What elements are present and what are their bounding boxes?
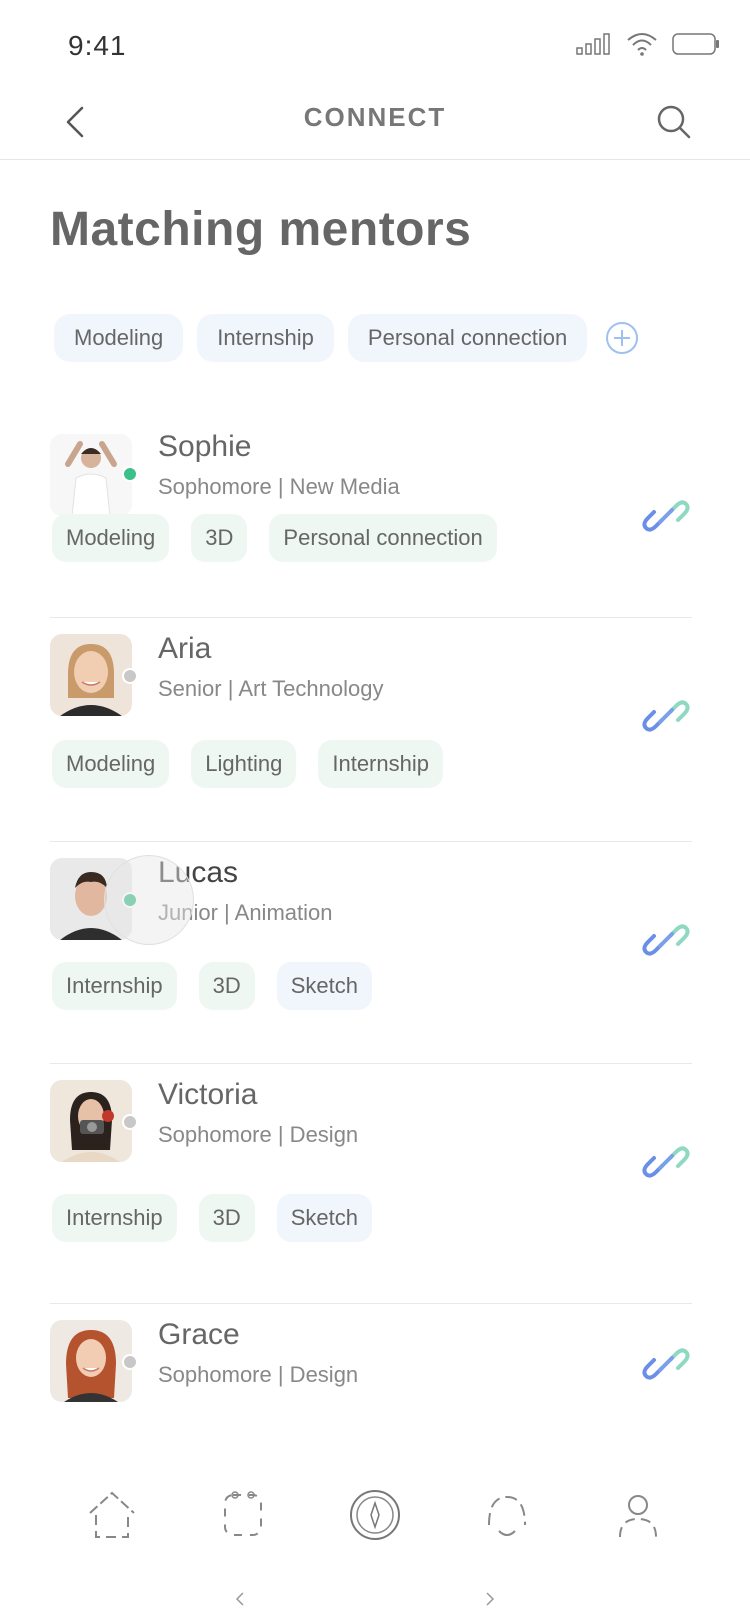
avatar-portrait-icon [50,634,132,716]
mentor-subtitle: Sophomore | Design [158,1362,359,1387]
filter-chips: Modeling Internship Personal connection [54,314,639,362]
section-title: Matching mentors [50,203,472,256]
link-icon[interactable] [642,694,690,738]
chevron-right-icon [486,1592,495,1606]
add-filter-icon[interactable] [605,321,639,355]
mentor-subtitle: Senior | Art Technology [158,676,384,701]
filter-chip[interactable]: Internship [197,314,334,362]
tag: Sketch [276,1194,373,1242]
tag: Modeling [52,740,170,788]
tag: Internship [52,962,177,1010]
tab-bar [0,1465,750,1565]
profile-icon[interactable] [608,1485,668,1545]
status-bar: 9:41 [0,0,750,90]
page-title: CONNECT [303,102,447,132]
tag: Internship [52,1194,177,1242]
tag: 3D [198,1194,255,1242]
mentor-card[interactable]: Victoria Sophomore | Design Internship 3… [50,1064,692,1304]
mentor-subtitle: Sophomore | New Media [158,474,400,499]
avatar [50,634,132,716]
avatar [50,1080,132,1162]
connect-icon[interactable] [477,1485,537,1545]
compass-icon[interactable] [345,1485,405,1545]
tag: Modeling [52,514,170,562]
mentor-subtitle: Sophomore | Design [158,1122,359,1147]
avatar [50,1320,132,1402]
offline-status-dot [122,1354,138,1370]
mentor-card[interactable]: Sophie Sophomore | New Media Modeling 3D… [50,410,692,618]
tag: 3D [191,514,248,562]
mentor-tags: Internship 3D Sketch [52,962,373,1010]
status-icons [576,32,720,56]
mentor-card[interactable]: Aria Senior | Art Technology Modeling Li… [50,618,692,842]
avatar-portrait-icon [50,1080,132,1162]
discover-icon[interactable] [213,1485,273,1545]
tag: Personal connection [269,514,497,562]
mentor-tags: Internship 3D Sketch [52,1194,373,1242]
signal-icon [576,33,610,55]
top-bar: 9:41 CONNECT [0,0,750,160]
avatar-portrait-icon [50,434,132,516]
touch-indicator [104,855,194,945]
mentor-name: Sophie [158,430,252,463]
mentor-tags: Modeling 3D Personal connection [52,514,497,562]
chevron-left-icon [235,1592,244,1606]
status-time: 9:41 [68,30,127,61]
online-status-dot [122,466,138,482]
mentor-name: Grace [158,1318,240,1351]
link-icon[interactable] [642,1342,690,1386]
mentor-name: Victoria [158,1078,258,1111]
filter-chip[interactable]: Personal connection [347,314,588,362]
search-icon[interactable] [654,102,694,142]
home-icon[interactable] [82,1485,142,1545]
link-icon[interactable] [642,1140,690,1184]
link-icon[interactable] [642,494,690,538]
mentor-name: Aria [158,632,212,665]
tag: Sketch [276,962,373,1010]
filter-chip[interactable]: Modeling [54,314,184,362]
link-icon[interactable] [642,918,690,962]
tag: Lighting [191,740,297,788]
wifi-icon [627,33,657,56]
mentor-tags: Modeling Lighting Internship [52,740,443,788]
tag: Internship [318,740,443,788]
offline-status-dot [122,1114,138,1130]
tag: 3D [198,962,255,1010]
nav-bar: CONNECT [0,90,750,160]
battery-icon [672,33,719,55]
offline-status-dot [122,668,138,684]
avatar [50,434,132,516]
avatar-portrait-icon [50,1320,132,1402]
mentor-card[interactable]: Grace Sophomore | Design [50,1304,692,1444]
